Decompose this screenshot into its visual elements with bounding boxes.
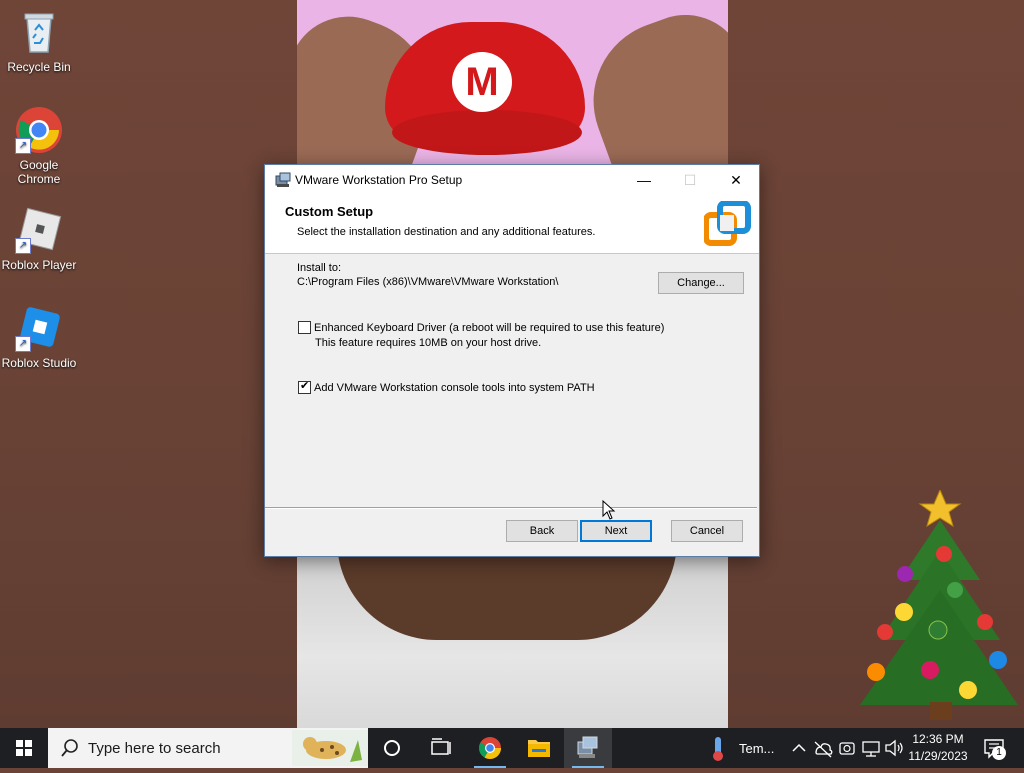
install-to-label: Install to: — [297, 262, 342, 274]
chrome-icon: ↗ — [15, 106, 63, 154]
christmas-tree-decoration — [850, 488, 1020, 725]
weather-text[interactable]: Tem... — [739, 741, 774, 756]
cortana-button[interactable] — [368, 728, 416, 768]
taskbar-clock[interactable]: 12:36 PM 11/29/2023 — [905, 731, 971, 765]
taskbar-chrome[interactable] — [466, 728, 514, 768]
checkmark-icon: ✔ — [300, 380, 310, 392]
speaker-icon — [885, 739, 903, 757]
thermometer-icon — [713, 737, 723, 761]
console-tools-path-label[interactable]: Add VMware Workstation console tools int… — [314, 382, 595, 394]
windows-logo-icon — [16, 740, 32, 756]
shortcut-arrow-icon: ↗ — [15, 336, 31, 352]
minimize-button[interactable]: — — [621, 165, 667, 195]
desktop-icon-roblox-studio[interactable]: ↗ Roblox Studio — [1, 304, 77, 370]
recycle-bin-icon — [15, 8, 63, 56]
desktop-icon-label: Google Chrome — [17, 158, 61, 186]
clock-date: 11/29/2023 — [908, 749, 968, 763]
enhanced-keyboard-checkbox[interactable] — [298, 321, 311, 334]
cloud-offline-icon — [814, 741, 833, 758]
desktop-icon-label: Recycle Bin — [7, 60, 71, 74]
footer-divider — [265, 507, 757, 509]
roblox-player-icon: ↗ — [15, 206, 63, 254]
next-button[interactable]: Next — [580, 520, 652, 542]
maximize-button: ☐ — [683, 172, 697, 188]
setup-dialog: VMware Workstation Pro Setup — ☐ ✕ Custo… — [264, 164, 760, 557]
mouse-cursor-icon — [602, 499, 616, 520]
meet-now-tray[interactable] — [836, 728, 858, 768]
console-tools-path-checkbox[interactable]: ✔ — [298, 380, 311, 394]
enhanced-keyboard-note: This feature requires 10MB on your host … — [315, 337, 542, 349]
shortcut-arrow-icon: ↗ — [15, 238, 31, 254]
camera-icon — [839, 742, 855, 755]
taskbar-search[interactable]: Type here to search — [48, 728, 368, 768]
desktop-icon-label: Roblox Studio — [1, 356, 77, 370]
folder-icon — [528, 740, 550, 757]
shortcut-arrow-icon: ↗ — [15, 138, 31, 154]
show-hidden-icons-button[interactable] — [788, 728, 810, 768]
onedrive-tray[interactable] — [812, 728, 834, 768]
dialog-titlebar[interactable]: VMware Workstation Pro Setup — ☐ ✕ — [265, 165, 759, 195]
close-button[interactable]: ✕ — [713, 165, 759, 195]
chevron-up-icon — [792, 743, 806, 752]
dialog-header: Custom Setup Select the installation des… — [265, 195, 759, 254]
taskbar-file-explorer[interactable] — [515, 728, 563, 768]
volume-tray[interactable] — [883, 728, 905, 768]
taskbar: Type here to search Tem... 12:36 PM 11/2… — [0, 728, 1024, 768]
search-highlight-illustration-icon — [292, 730, 368, 766]
notification-badge: 1 — [992, 746, 1006, 760]
cancel-button[interactable]: Cancel — [671, 520, 743, 542]
search-icon — [61, 739, 78, 757]
change-button[interactable]: Change... — [658, 272, 744, 294]
desktop-icon-google-chrome[interactable]: ↗ Google Chrome — [1, 106, 77, 186]
network-tray[interactable] — [860, 728, 882, 768]
desktop-icon-roblox-player[interactable]: ↗ Roblox Player — [1, 206, 77, 272]
page-title: Custom Setup — [285, 204, 374, 219]
desktop-icon-recycle-bin[interactable]: Recycle Bin — [1, 8, 77, 74]
enhanced-keyboard-label[interactable]: Enhanced Keyboard Driver (a reboot will … — [314, 322, 664, 334]
page-subtitle: Select the installation destination and … — [297, 226, 596, 238]
clock-time: 12:36 PM — [912, 732, 964, 746]
taskbar-vmware-setup[interactable] — [564, 728, 612, 768]
action-center-button[interactable]: 1 — [976, 728, 1024, 768]
installer-icon — [577, 736, 598, 758]
weather-widget[interactable] — [700, 728, 736, 768]
dialog-title: VMware Workstation Pro Setup — [295, 173, 463, 187]
chrome-icon — [479, 737, 501, 759]
cortana-circle-icon — [384, 740, 400, 756]
roblox-studio-icon: ↗ — [15, 304, 63, 352]
network-icon — [862, 741, 880, 757]
installer-icon — [275, 172, 291, 188]
task-view-button[interactable] — [416, 728, 464, 768]
vmware-logo-icon — [703, 200, 752, 249]
desktop-icon-label: Roblox Player — [1, 258, 77, 272]
start-button[interactable] — [0, 728, 48, 768]
search-placeholder: Type here to search — [88, 740, 221, 757]
back-button[interactable]: Back — [506, 520, 578, 542]
install-path: C:\Program Files (x86)\VMware\VMware Wor… — [297, 276, 559, 288]
task-view-icon — [431, 738, 451, 755]
